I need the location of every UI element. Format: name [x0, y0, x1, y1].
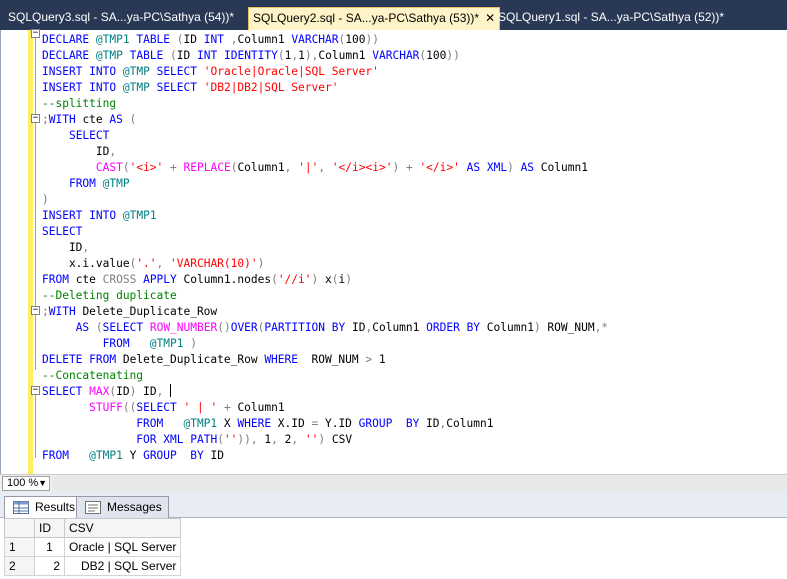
selection-margin — [1, 30, 25, 474]
code-text[interactable]: DECLARE @TMP1 TABLE (ID INT ,Column1 VAR… — [42, 32, 608, 464]
code-line[interactable]: CAST('<i>' + REPLACE(Column1, '|', '</i>… — [42, 160, 608, 176]
code-line[interactable]: FROM @TMP1 ) — [42, 336, 608, 352]
tab-label: SQLQuery2.sql - SA...ya-PC\Sathya (53))* — [253, 11, 480, 25]
results-grid: ID CSV 1 1 Oracle | SQL Server 2 2 DB2 |… — [0, 518, 787, 579]
collapse-icon[interactable]: − — [31, 306, 40, 315]
collapse-icon[interactable]: − — [31, 29, 40, 38]
code-line[interactable]: FROM @TMP1 Y GROUP BY ID — [42, 448, 608, 464]
outline-line — [35, 34, 36, 114]
grid-cell-id[interactable]: 2 — [34, 556, 65, 576]
grid-icon — [13, 501, 29, 514]
code-line[interactable]: x.i.value('.', 'VARCHAR(10)') — [42, 256, 608, 272]
table-row: 1 1 Oracle | SQL Server — [4, 537, 182, 557]
text-cursor — [170, 384, 172, 397]
tab-messages[interactable]: Messages — [76, 496, 169, 518]
code-line[interactable]: SELECT MAX(ID) ID, — [42, 384, 608, 400]
grid-cell-csv[interactable]: DB2 | SQL Server — [63, 556, 182, 576]
code-line[interactable]: SELECT — [42, 224, 608, 240]
horizontal-scrollbar[interactable] — [52, 476, 787, 491]
results-tab-strip: Results Messages — [0, 491, 787, 518]
row-number[interactable]: 2 — [4, 556, 35, 576]
zoom-value: 100 % — [7, 477, 39, 489]
zoom-dropdown[interactable]: 100 % ▼ — [2, 476, 50, 491]
code-line[interactable]: AS (SELECT ROW_NUMBER()OVER(PARTITION BY… — [42, 320, 608, 336]
code-line[interactable]: ) — [42, 192, 608, 208]
row-number[interactable]: 1 — [4, 537, 35, 557]
code-line[interactable]: STUFF((SELECT ' | ' + Column1 — [42, 400, 608, 416]
tab-sqlquery2[interactable]: SQLQuery2.sql - SA...ya-PC\Sathya (53))*… — [248, 7, 501, 30]
code-line[interactable]: --splitting — [42, 96, 608, 112]
editor-status-bar: 100 % ▼ — [0, 474, 787, 491]
tab-sqlquery3[interactable]: SQLQuery3.sql - SA...ya-PC\Sathya (54))* — [4, 7, 238, 30]
outline-line — [35, 120, 36, 306]
row-header-corner[interactable] — [4, 518, 35, 538]
code-line[interactable]: ;WITH cte AS ( — [42, 112, 608, 128]
table-row: 2 2 DB2 | SQL Server — [4, 556, 182, 576]
tab-label: SQLQuery3.sql - SA...ya-PC\Sathya (54))* — [8, 10, 235, 24]
tab-results[interactable]: Results — [4, 496, 83, 518]
code-line[interactable]: INSERT INTO @TMP SELECT 'DB2|DB2|SQL Ser… — [42, 80, 608, 96]
code-line[interactable]: INSERT INTO @TMP1 — [42, 208, 608, 224]
sql-editor[interactable]: − − − − DECLARE @TMP1 TABLE (ID INT ,Col… — [0, 29, 787, 474]
outline-line — [35, 392, 36, 458]
code-line[interactable]: --Deleting duplicate — [42, 288, 608, 304]
code-line[interactable]: DECLARE @TMP1 TABLE (ID INT ,Column1 VAR… — [42, 32, 608, 48]
chevron-down-icon: ▼ — [38, 478, 47, 488]
collapse-icon[interactable]: − — [31, 386, 40, 395]
column-header-id[interactable]: ID — [34, 518, 65, 538]
grid-cell-csv[interactable]: Oracle | SQL Server — [63, 537, 182, 557]
code-line[interactable]: DECLARE @TMP TABLE (ID INT IDENTITY(1,1)… — [42, 48, 608, 64]
code-line[interactable]: SELECT — [42, 128, 608, 144]
code-line[interactable]: FROM @TMP — [42, 176, 608, 192]
code-line[interactable]: INSERT INTO @TMP SELECT 'Oracle|Oracle|S… — [42, 64, 608, 80]
tab-sqlquery1[interactable]: SQLQuery1.sql - SA...ya-PC\Sathya (52))* — [494, 7, 728, 30]
tab-label: SQLQuery1.sql - SA...ya-PC\Sathya (52))* — [498, 10, 725, 24]
outline-line — [35, 312, 36, 370]
code-line[interactable]: DELETE FROM Delete_Duplicate_Row WHERE R… — [42, 352, 608, 368]
tab-label: Messages — [107, 500, 162, 514]
code-line[interactable]: ID, — [42, 144, 608, 160]
messages-icon — [85, 501, 101, 514]
code-line[interactable]: FOR XML PATH('')), 1, 2, '') CSV — [42, 432, 608, 448]
code-line[interactable]: --Concatenating — [42, 368, 608, 384]
grid-cell-id[interactable]: 1 — [34, 537, 65, 557]
change-tracking-bar — [28, 30, 33, 474]
code-line[interactable]: FROM cte CROSS APPLY Column1.nodes('//i'… — [42, 272, 608, 288]
code-line[interactable]: ID, — [42, 240, 608, 256]
collapse-icon[interactable]: − — [31, 114, 40, 123]
document-tab-strip: SQLQuery3.sql - SA...ya-PC\Sathya (54))*… — [0, 0, 787, 30]
column-header-csv[interactable]: CSV — [63, 518, 182, 538]
code-line[interactable]: ;WITH Delete_Duplicate_Row — [42, 304, 608, 320]
tab-label: Results — [35, 500, 76, 514]
code-line[interactable]: FROM @TMP1 X WHERE X.ID = Y.ID GROUP BY … — [42, 416, 608, 432]
grid-header-row: ID CSV — [4, 518, 182, 538]
